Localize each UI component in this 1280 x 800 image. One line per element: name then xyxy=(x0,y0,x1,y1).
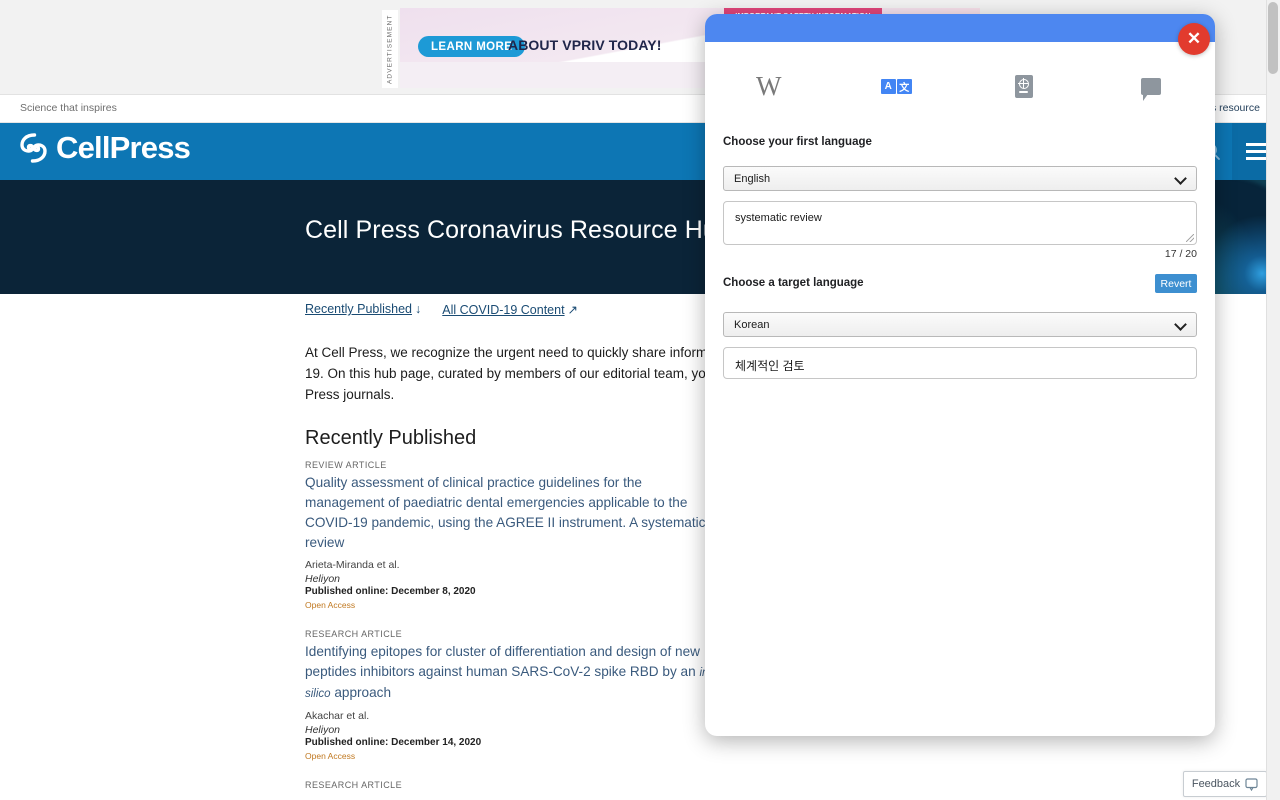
tagline-right-text: s resource xyxy=(1210,102,1260,114)
article-published-date: Published online: December 8, 2020 xyxy=(305,586,476,597)
feedback-label: Feedback xyxy=(1191,778,1241,790)
source-text-value: systematic review xyxy=(735,212,822,224)
article-list: REVIEW ARTICLE Quality assessment of cli… xyxy=(305,460,725,800)
article-item: REVIEW ARTICLE Quality assessment of cli… xyxy=(305,460,725,610)
first-language-value: English xyxy=(734,172,771,185)
speech-bubble-icon xyxy=(1245,777,1258,791)
feedback-button[interactable]: Feedback xyxy=(1183,771,1267,797)
character-counter: 17 / 20 xyxy=(1164,248,1197,260)
translate-letter-a: A xyxy=(880,78,896,94)
article-type: RESEARCH ARTICLE xyxy=(305,629,403,639)
chevron-down-icon xyxy=(1176,319,1186,329)
scrollbar-thumb[interactable] xyxy=(1268,2,1278,74)
article-type: REVIEW ARTICLE xyxy=(305,460,387,470)
article-authors: Arieta-Miranda et al. xyxy=(305,559,400,571)
link-all-covid-content[interactable]: All COVID-19 Content ↗ xyxy=(442,302,578,317)
browser-page: ADVERTISEMENT LEARN MORE ABOUT VPRIV TOD… xyxy=(0,0,1280,800)
wikipedia-tab[interactable]: W xyxy=(705,54,833,118)
translate-letter-cjk: 文 xyxy=(896,78,912,94)
hub-anchor-links: Recently Published ↓ All COVID-19 Content… xyxy=(305,302,578,317)
resize-handle-icon[interactable] xyxy=(1186,234,1194,242)
chat-tab[interactable] xyxy=(1088,54,1216,118)
speech-bubble-icon xyxy=(1141,77,1162,101)
article-journal: Heliyon xyxy=(305,724,341,736)
cellpress-logo[interactable]: CellPress xyxy=(20,130,191,165)
article-journal: Heliyon xyxy=(305,573,341,585)
close-modal-button[interactable]: ✕ xyxy=(1178,23,1210,55)
down-arrow-icon: ↓ xyxy=(415,302,422,316)
article-title[interactable]: Identifying epitopes for cluster of diff… xyxy=(305,642,725,704)
cell-swirl-icon xyxy=(20,133,47,163)
translate-tab[interactable]: A 文 xyxy=(833,54,961,118)
article-type: RESEARCH ARTICLE xyxy=(305,780,403,790)
chevron-down-icon xyxy=(1176,173,1186,183)
link-recently-published[interactable]: Recently Published ↓ xyxy=(305,302,421,317)
passport-tab[interactable] xyxy=(960,54,1088,118)
article-item: RESEARCH ARTICLE Identifying epitopes fo… xyxy=(305,629,725,761)
translated-text-value: 체계적인 검토 xyxy=(735,359,805,373)
modal-tab-bar: W A 文 xyxy=(705,54,1215,118)
cellpress-wordmark: CellPress xyxy=(56,130,191,165)
ad-headline: ABOUT VPRIV TODAY! xyxy=(508,37,662,53)
article-published-date: Published online: December 14, 2020 xyxy=(305,737,482,748)
translate-icon: A 文 xyxy=(880,78,912,94)
external-link-arrow-icon: ↗ xyxy=(567,303,579,317)
close-icon: ✕ xyxy=(1186,29,1202,48)
section-title-recently-published: Recently Published xyxy=(305,427,477,449)
translated-text-output[interactable]: 체계적인 검토 xyxy=(723,347,1197,379)
wikipedia-w-icon: W xyxy=(756,70,782,101)
revert-button[interactable]: Revert xyxy=(1155,274,1197,293)
source-text-input[interactable]: systematic review xyxy=(723,201,1197,245)
target-language-value: Korean xyxy=(734,318,770,331)
article-authors: Akachar et al. xyxy=(305,710,370,722)
advertisement-label: ADVERTISEMENT xyxy=(382,10,398,88)
passport-globe-icon xyxy=(1014,74,1033,98)
article-item: RESEARCH ARTICLE xyxy=(305,780,725,790)
first-language-select[interactable]: English xyxy=(723,166,1197,191)
modal-content: W A 文 Choose your first language English xyxy=(705,14,1215,736)
open-access-badge: Open Access xyxy=(305,600,356,610)
page-title: Cell Press Coronavirus Resource Hub xyxy=(305,216,731,244)
first-language-label: Choose your first language xyxy=(723,136,872,148)
open-access-badge: Open Access xyxy=(305,751,356,761)
page-scrollbar[interactable] xyxy=(1266,0,1280,800)
site-tagline: Science that inspires xyxy=(20,102,117,114)
target-language-select[interactable]: Korean xyxy=(723,312,1197,337)
article-title[interactable]: Quality assessment of clinical practice … xyxy=(305,473,725,553)
target-language-label: Choose a target language xyxy=(723,277,864,289)
